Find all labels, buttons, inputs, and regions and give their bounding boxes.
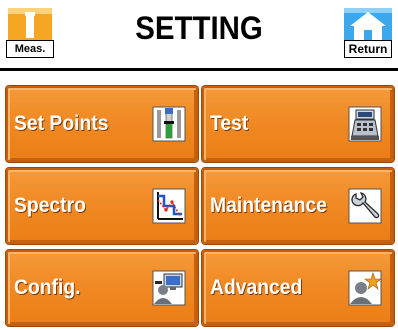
wrench-icon — [348, 188, 382, 224]
set-points-button[interactable]: Set Points — [6, 86, 198, 162]
home-icon — [344, 8, 392, 44]
config-button[interactable]: Config. — [6, 250, 198, 326]
spectro-graph-icon — [152, 188, 186, 224]
user-computer-icon — [152, 270, 186, 306]
return-button[interactable]: Return — [342, 6, 394, 60]
maintenance-button[interactable]: Maintenance — [202, 168, 394, 244]
header-bar: Meas. SETTING Return — [0, 0, 398, 68]
maintenance-label: Maintenance — [210, 194, 328, 217]
settings-menu-grid: Set Points Test Spectro Maintenance Conf… — [0, 80, 398, 330]
set-points-label: Set Points — [14, 112, 109, 135]
cash-register-icon — [348, 106, 382, 142]
set-points-icon — [152, 106, 186, 142]
test-label: Test — [210, 112, 249, 135]
user-star-icon — [348, 270, 382, 306]
page-title: SETTING — [135, 10, 263, 46]
spectro-label: Spectro — [14, 194, 86, 217]
config-label: Config. — [14, 276, 81, 299]
spectro-button[interactable]: Spectro — [6, 168, 198, 244]
return-button-label: Return — [344, 40, 392, 58]
header-divider — [0, 68, 398, 71]
test-button[interactable]: Test — [202, 86, 394, 162]
advanced-label: Advanced — [210, 276, 303, 299]
advanced-button[interactable]: Advanced — [202, 250, 394, 326]
